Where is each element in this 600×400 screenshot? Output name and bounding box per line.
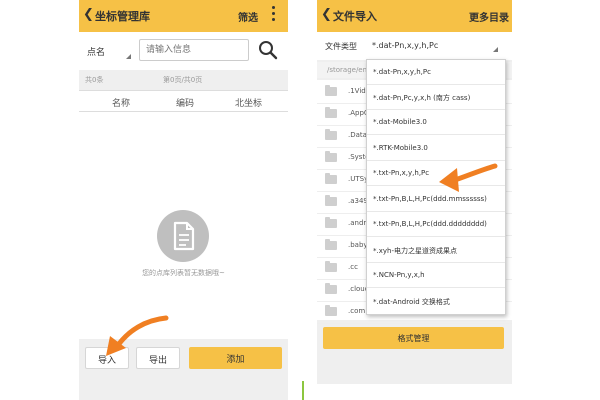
dropdown-option[interactable]: *.dat-Pn,x,y,h,Pc [367, 60, 505, 85]
table-header: 名称 编码 北坐标 [79, 90, 288, 112]
field-select-value: 点名 [87, 48, 106, 58]
page-indicator: 第0页/共0页 [163, 76, 203, 84]
folder-icon [325, 107, 337, 118]
add-button[interactable]: 添加 [189, 347, 282, 369]
document-icon [157, 210, 209, 262]
dropdown-option[interactable]: *.RTK-Mobile3.0 [367, 136, 505, 161]
right-header: ❮ 文件导入 更多目录 [317, 0, 512, 32]
dropdown-option[interactable]: *.xyh-电力之星道资成果点 [367, 238, 505, 263]
chevron-left-icon[interactable]: ❮ [83, 7, 94, 22]
folder-icon [325, 305, 337, 316]
empty-list-area: 您的点库列表暂无数据哦~ [79, 112, 288, 339]
search-input[interactable] [139, 39, 249, 61]
dropdown-triangle-icon [493, 47, 498, 52]
folder-name: .baby [348, 241, 368, 249]
folder-name: .cc [348, 263, 358, 271]
folder-icon [325, 239, 337, 250]
folder-icon [325, 173, 337, 184]
file-type-label: 文件类型 [325, 42, 357, 51]
divider-accent [302, 381, 304, 400]
file-type-value: *.dat-Pn,x,y,h,Pc [372, 41, 439, 50]
summary-bar: 共0条 第0页/共0页 [79, 75, 288, 87]
page-title: 坐标管理库 [95, 10, 150, 23]
column-north: 北坐标 [235, 99, 263, 109]
folder-icon [325, 195, 337, 206]
more-directories-button[interactable]: 更多目录 [469, 9, 509, 24]
file-type-row[interactable]: 文件类型 *.dat-Pn,x,y,h,Pc [317, 32, 512, 60]
filter-button[interactable]: 筛选 [238, 9, 258, 24]
page-title: 文件导入 [333, 10, 377, 23]
search-row: 点名 [79, 32, 288, 70]
dropdown-option[interactable]: *.dat-Android 交换格式 [367, 289, 505, 314]
folder-icon [325, 217, 337, 228]
total-count: 共0条 [85, 76, 104, 84]
annotation-arrow-option-icon [439, 163, 498, 192]
dropdown-option[interactable]: *.dat-Mobile3.0 [367, 110, 505, 135]
folder-icon [325, 151, 337, 162]
search-icon[interactable] [256, 38, 280, 62]
dropdown-option[interactable]: *.NCN-Pn,y,x,h [367, 263, 505, 288]
folder-icon [325, 283, 337, 294]
dropdown-triangle-icon [126, 54, 131, 59]
dropdown-option[interactable]: *.txt-Pn,B,L,H,Pc(ddd.dddddddd) [367, 212, 505, 237]
folder-icon [325, 129, 337, 140]
column-code: 编码 [176, 99, 195, 109]
folder-name: .a349 [348, 197, 368, 205]
annotation-arrow-import-icon [106, 315, 169, 356]
empty-message: 您的点库列表暂无数据哦~ [142, 269, 225, 277]
field-select[interactable]: 点名 [87, 40, 133, 62]
folder-name: .com [348, 307, 366, 315]
kebab-menu-icon[interactable] [272, 6, 276, 26]
folder-icon [325, 85, 337, 96]
dropdown-option[interactable]: *.dat-Pn,Pc,y,x,h (南方 cass) [367, 85, 505, 110]
column-name: 名称 [112, 99, 131, 109]
left-header: ❮ 坐标管理库 筛选 [79, 0, 288, 32]
format-management-button[interactable]: 格式管理 [323, 327, 504, 349]
chevron-left-icon[interactable]: ❮ [321, 7, 332, 22]
folder-icon [325, 261, 337, 272]
